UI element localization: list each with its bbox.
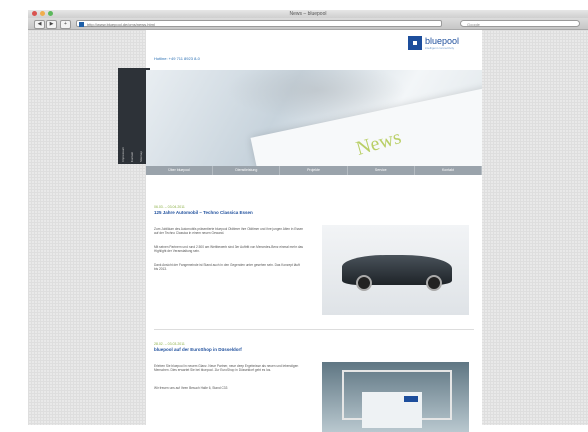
search-field[interactable]: Google: [460, 20, 580, 27]
forward-button[interactable]: ▶: [46, 20, 57, 29]
side-tab-impressum[interactable]: Impressum: [121, 147, 125, 162]
news-date: 28.02. – 03.03.2011: [154, 342, 185, 346]
news-image-car: [322, 225, 469, 315]
news-paragraph: Dank Ansicht der Fangemeinde ist Stand a…: [154, 263, 300, 272]
news-date: 06.03. – 03.04.2011: [154, 205, 185, 209]
logo-mark-icon: [408, 36, 422, 50]
news-paragraph: Mit seinen Partnern und rund 2.500 am We…: [154, 245, 303, 254]
logo-name: bluepool: [425, 36, 460, 46]
news-title[interactable]: bluepool auf der EuroShop in Düsseldorf: [154, 347, 474, 352]
logo-tagline: intelligent connectivity: [425, 46, 455, 50]
news-title[interactable]: 125 Jahre Automobil – Techno Classica Es…: [154, 210, 474, 215]
nav-item-service[interactable]: Service: [348, 166, 415, 175]
news-divider: [154, 329, 474, 330]
address-text: http://www.bluepool.de/cms/news.html: [87, 22, 155, 27]
news-image-booth: [322, 362, 469, 432]
booth-logo-icon: [404, 396, 418, 402]
window-title: News – bluepool: [289, 11, 327, 17]
add-bookmark-button[interactable]: +: [60, 20, 71, 29]
news-entry: 28.02. – 03.03.2011 bluepool auf der Eur…: [154, 342, 474, 432]
nav-item-services[interactable]: Dienstleistung: [213, 166, 281, 175]
news-paragraph: Zum Jubiläum des Automobils präsentierte…: [154, 227, 304, 236]
nav-item-about[interactable]: Über bluepool: [146, 166, 214, 175]
page-viewport: Hotline: +49 711 8923 8-0 bluepool intel…: [28, 30, 588, 432]
side-tab-kontakt[interactable]: Kontakt: [130, 152, 134, 162]
address-bar[interactable]: http://www.bluepool.de/cms/news.html: [76, 20, 442, 27]
website: Hotline: +49 711 8923 8-0 bluepool intel…: [118, 30, 483, 432]
news-entry: 06.03. – 03.04.2011 125 Jahre Automobil …: [154, 205, 474, 315]
hotline-text: Hotline: +49 711 8923 8-0: [154, 56, 200, 61]
browser-window: News – bluepool ◀ ▶ + http://www.bluepoo…: [0, 0, 588, 432]
favicon-icon: [79, 22, 84, 27]
news-paragraph: Wir freuen uns auf Ihren Besuch Halle 6,…: [154, 386, 228, 390]
main-nav: Über bluepool Dienstleistung Projekte Se…: [146, 166, 483, 175]
nav-item-contact[interactable]: Kontakt: [415, 166, 483, 175]
news-paragraph: Erleben Sie bluepool in neuem Glanz. Neu…: [154, 364, 299, 373]
bluepool-logo[interactable]: bluepool intelligent connectivity: [408, 36, 459, 50]
side-tab-sitemap[interactable]: Sitemap: [139, 151, 143, 162]
nav-item-projects[interactable]: Projekte: [280, 166, 348, 175]
browser-toolbar: ◀ ▶ + http://www.bluepool.de/cms/news.ht…: [28, 18, 588, 30]
hero-banner: News: [146, 70, 482, 166]
back-button[interactable]: ◀: [34, 20, 45, 29]
